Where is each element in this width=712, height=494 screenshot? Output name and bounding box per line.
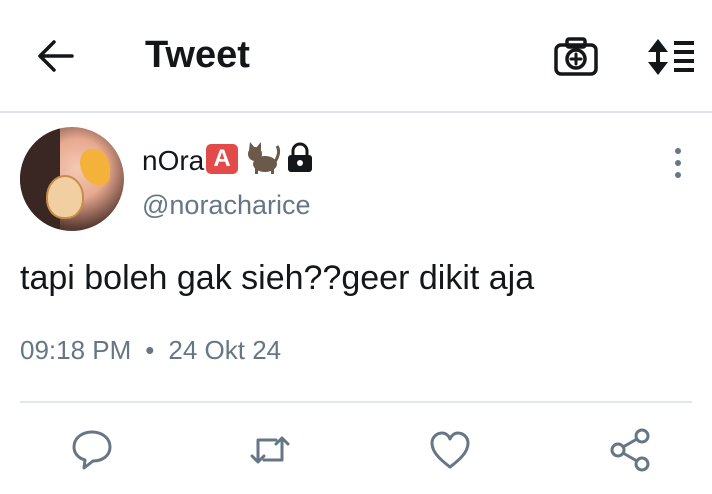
meta-separator: • (145, 335, 155, 365)
avatar-filter-paw (46, 175, 84, 219)
like-button[interactable] (428, 428, 472, 472)
lock-emoji-icon (285, 142, 315, 174)
retweet-icon (250, 436, 290, 464)
retweet-button[interactable] (248, 428, 292, 472)
actions-divider (20, 401, 692, 403)
more-vertical-icon (675, 148, 681, 178)
top-bar: Tweet (0, 0, 712, 111)
share-icon (610, 428, 650, 472)
back-button[interactable] (36, 38, 76, 74)
more-options-button[interactable] (668, 146, 688, 180)
reply-button[interactable] (70, 428, 114, 472)
tweet-date: 24 Okt 24 (168, 335, 282, 365)
page-title: Tweet (145, 34, 250, 76)
camera-button[interactable] (553, 37, 599, 77)
author-display-name[interactable]: nOra (142, 144, 204, 178)
like-icon (430, 431, 470, 469)
sort-icon (648, 39, 694, 75)
avatar[interactable] (20, 127, 124, 231)
avatar-filter-ear (80, 149, 110, 185)
camera-icon (554, 37, 598, 76)
share-button[interactable] (608, 428, 652, 472)
tweet-text: tapi boleh gak sieh??geer dikit aja (20, 259, 535, 297)
reply-icon (72, 430, 112, 470)
tweet-timestamp: 09:18 PM • 24 Okt 24 (20, 334, 281, 366)
tweet-time: 09:18 PM (20, 335, 132, 365)
header-divider (0, 111, 712, 113)
back-arrow-icon (38, 40, 74, 72)
sort-button[interactable] (646, 37, 696, 77)
cat-emoji-icon (245, 142, 281, 174)
a-button-emoji-icon: A (206, 144, 238, 174)
author-handle[interactable]: @noracharice (142, 188, 311, 222)
